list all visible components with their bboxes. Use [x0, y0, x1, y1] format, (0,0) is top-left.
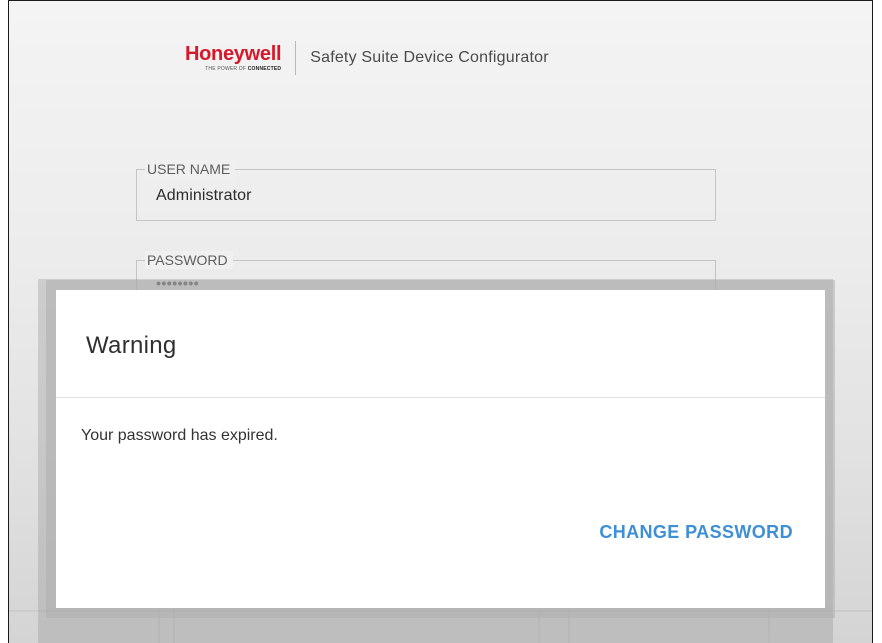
username-value: Administrator [156, 187, 252, 204]
app-title: Safety Suite Device Configurator [310, 49, 549, 66]
warning-dialog: Warning Your password has expired. CHANG… [56, 290, 825, 608]
username-label: USER NAME [145, 160, 236, 178]
dialog-message: Your password has expired. [81, 427, 278, 444]
dialog-title: Warning [86, 332, 177, 359]
honeywell-logo: Honeywell THE POWER OF CONNECTED [185, 43, 282, 72]
change-password-button[interactable]: CHANGE PASSWORD [599, 522, 793, 543]
logo-tagline: THE POWER OF CONNECTED [205, 66, 282, 72]
username-field[interactable]: USER NAME Administrator [136, 160, 716, 221]
logo-wordmark: Honeywell [185, 43, 282, 65]
brand-divider [295, 41, 297, 75]
password-label: PASSWORD [145, 251, 233, 269]
brand-header: Honeywell THE POWER OF CONNECTED Safety … [185, 41, 549, 75]
dialog-header: Warning [56, 290, 825, 398]
